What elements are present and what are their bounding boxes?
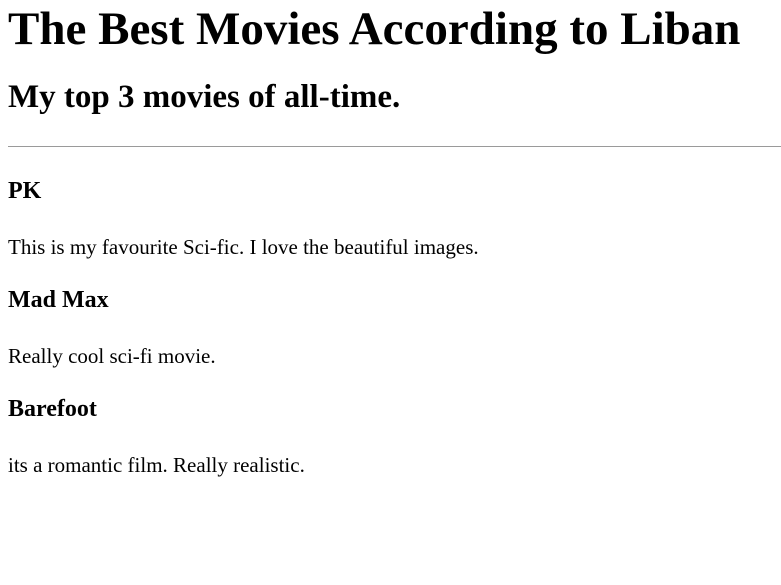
movie-title: Barefoot xyxy=(8,396,97,422)
movie-title: PK xyxy=(8,178,42,204)
movie-description: This is my favourite Sci-fic. I love the… xyxy=(8,235,479,259)
page-title: The Best Movies According to Liban xyxy=(8,3,741,55)
movie-title: Mad Max xyxy=(8,287,109,313)
movie-description: Really cool sci-fi movie. xyxy=(8,344,216,368)
movie-description: its a romantic film. Really realistic. xyxy=(8,453,305,477)
page-content: The Best Movies According to Liban My to… xyxy=(0,0,781,477)
movie-item: Mad Max Really cool sci-fi movie. xyxy=(8,259,781,368)
page-subtitle: My top 3 movies of all-time. xyxy=(8,79,401,115)
movie-item: PK This is my favourite Sci-fic. I love … xyxy=(8,147,781,259)
movie-item: Barefoot its a romantic film. Really rea… xyxy=(8,368,781,477)
